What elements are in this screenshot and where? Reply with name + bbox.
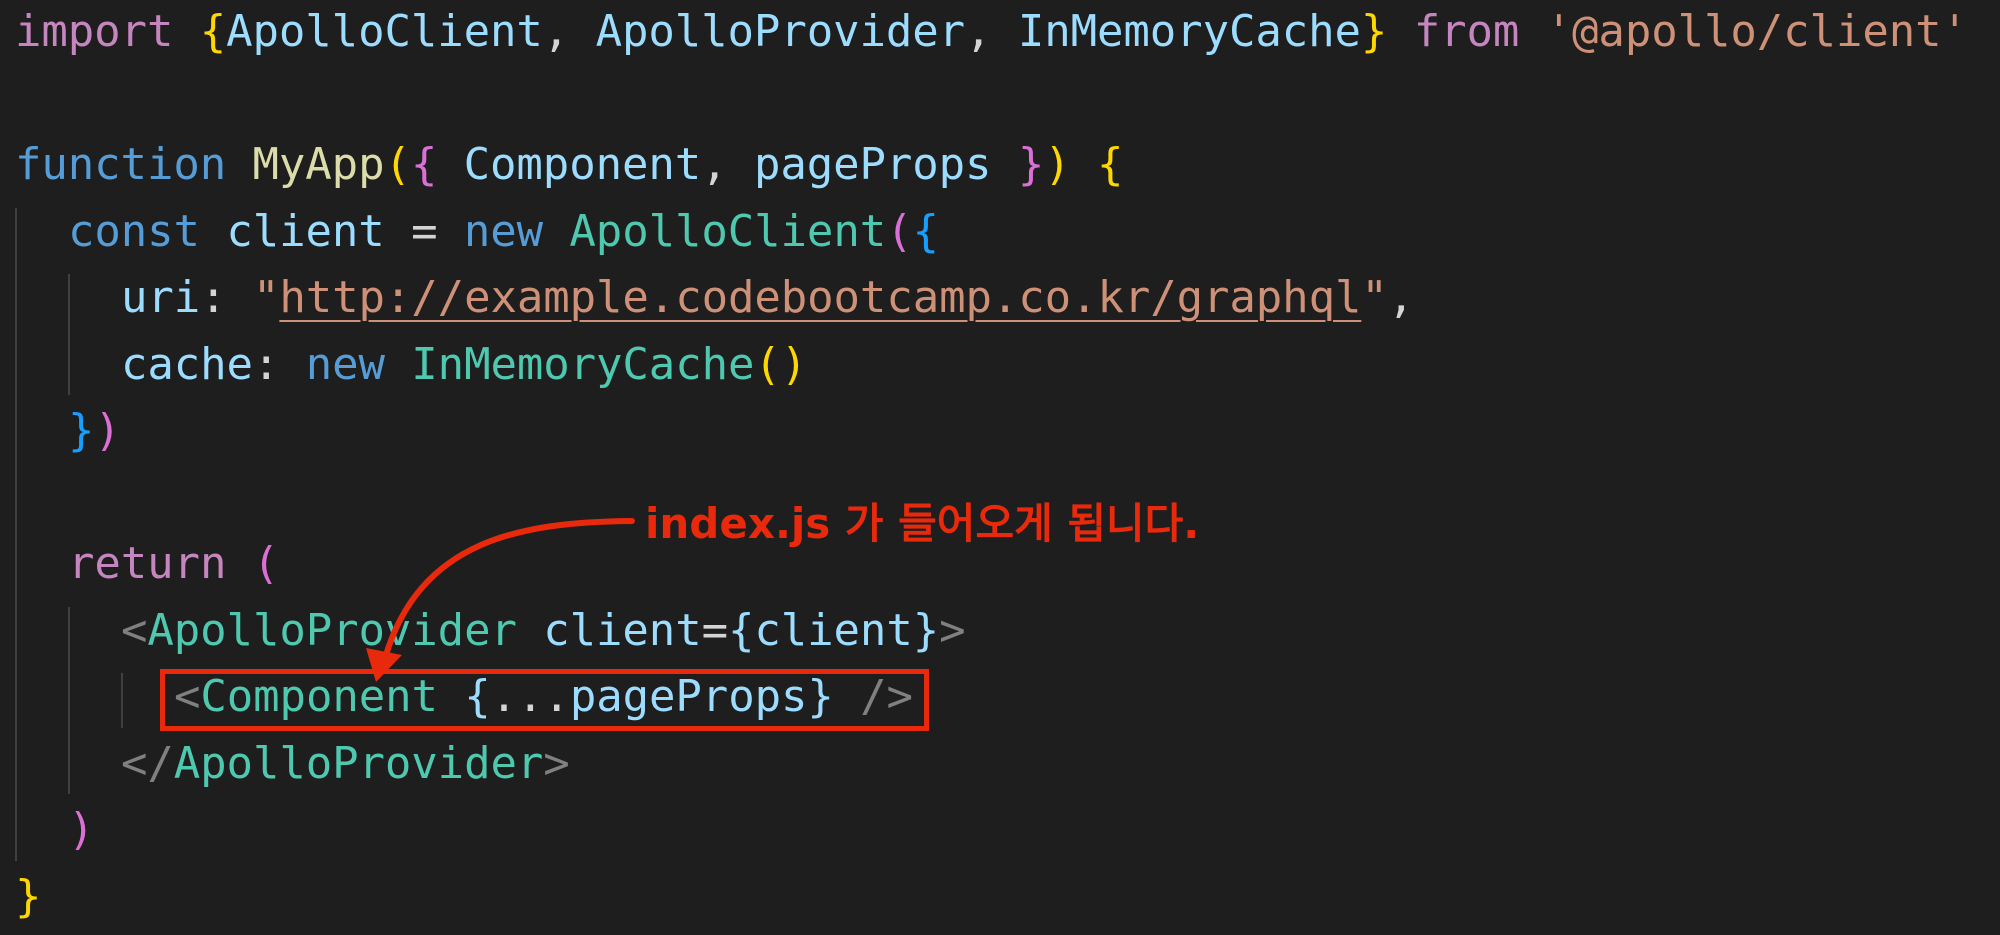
annotation-arrow (366, 518, 635, 682)
annotation-text: index.js 가 들어오게 됩니다. (645, 499, 1200, 548)
